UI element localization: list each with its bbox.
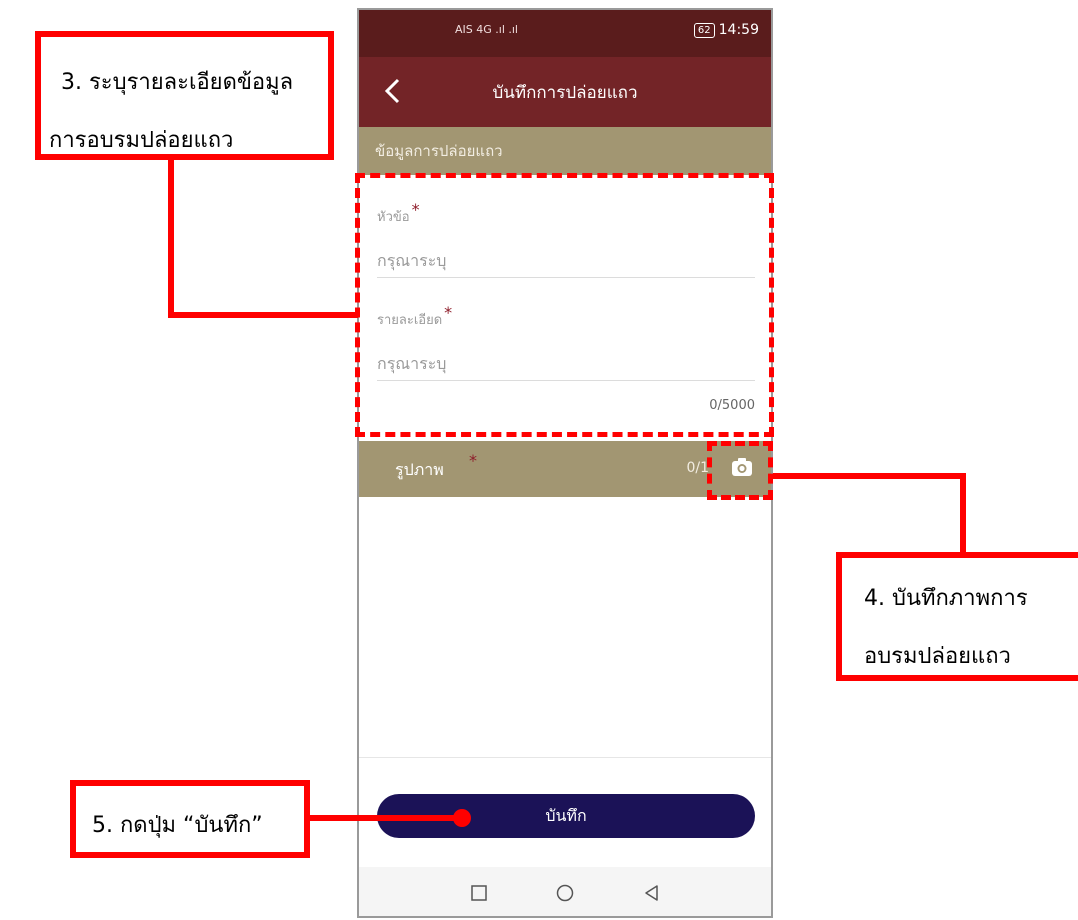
nav-back-icon[interactable] <box>642 883 662 903</box>
connector-line <box>168 312 358 318</box>
app-bar: บันทึกการปล่อยแถว <box>359 57 771 127</box>
page-title: บันทึกการปล่อยแถว <box>492 83 638 103</box>
callout-step-5-text: 5. กดปุ่ม “บันทึก” <box>92 813 263 838</box>
bottom-action-area: บันทึก <box>359 757 771 868</box>
callout-step-3-line-2: การอบรมปล่อยแถว <box>49 128 234 153</box>
callout-step-5: 5. กดปุ่ม “บันทึก” <box>70 780 310 858</box>
connector-line <box>960 473 966 555</box>
nav-home-icon[interactable] <box>555 883 575 903</box>
photo-required-mark: * <box>469 451 477 470</box>
nav-recent-icon[interactable] <box>469 883 489 903</box>
callout-step-4-line-1: 4. บันทึกภาพการ <box>864 586 1028 611</box>
callout-step-4-line-2: อบรมปล่อยแถว <box>864 644 1011 669</box>
connector-line <box>168 160 174 318</box>
photo-label: รูปภาพ <box>395 460 444 479</box>
form-highlight-box <box>355 173 774 437</box>
carrier-signal: AIS 4G .ıl .ıl <box>455 23 518 36</box>
callout-step-3-line-1: 3. ระบุรายละเอียดข้อมูล <box>61 70 294 95</box>
system-nav-bar <box>359 867 771 916</box>
section-header: ข้อมูลการปล่อยแถว <box>359 127 771 175</box>
connector-line <box>773 473 966 479</box>
photo-count: 0/1 <box>686 460 709 476</box>
connector-line <box>310 815 462 821</box>
callout-step-3: 3. ระบุรายละเอียดข้อมูล การอบรมปล่อยแถว <box>35 31 334 160</box>
status-bar: AIS 4G .ıl .ıl 62 14:59 <box>359 10 771 57</box>
status-right: 62 14:59 <box>693 22 759 38</box>
connector-dot <box>453 809 471 827</box>
photo-gallery-area <box>359 497 771 757</box>
camera-highlight-box <box>707 441 773 500</box>
callout-step-4: 4. บันทึกภาพการ อบรมปล่อยแถว <box>836 552 1078 681</box>
clock: 14:59 <box>718 22 759 38</box>
battery-indicator: 62 <box>693 22 715 38</box>
